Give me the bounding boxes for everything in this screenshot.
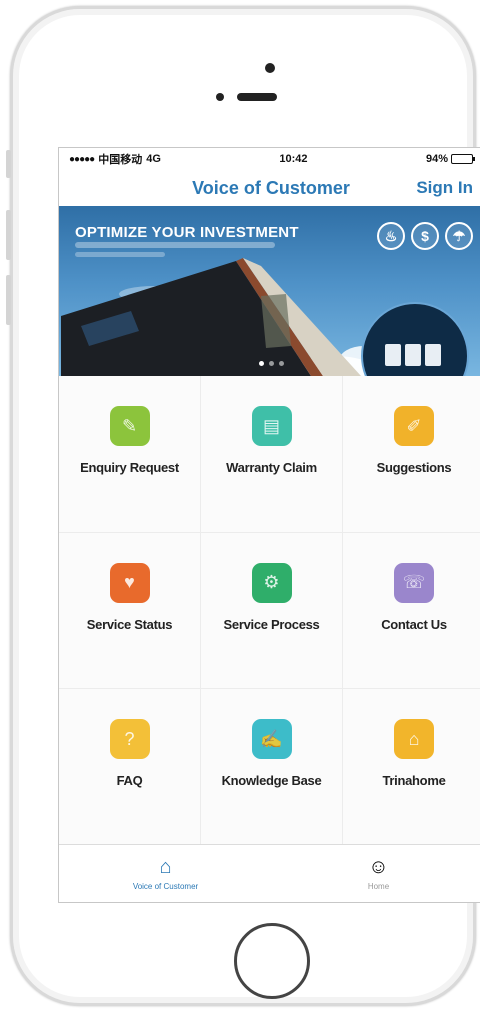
- front-camera: [265, 63, 275, 73]
- grid-item-label: FAQ: [116, 773, 143, 789]
- warranty-icon: ▤: [251, 406, 292, 446]
- product-card-icon: [405, 344, 421, 366]
- tab-voice-of-customer[interactable]: ⌂ Voice of Customer: [59, 845, 272, 902]
- banner-subtitle-line: [75, 252, 165, 257]
- enquiry-icon: ✎: [109, 406, 150, 446]
- grid-item-faq[interactable]: ? FAQ: [59, 689, 201, 846]
- service-grid: ✎ Enquiry Request ▤ Warranty Claim ✐ Sug…: [59, 376, 480, 846]
- promo-banner[interactable]: OPTIMIZE YOUR INVESTMENT ♨ $ ☂: [59, 206, 480, 376]
- status-left: ●●●●● 中国移动 4G: [69, 151, 161, 167]
- grid-item-label: Knowledge Base: [221, 773, 322, 789]
- umbrella-badge-icon: ☂: [445, 222, 473, 250]
- product-card-icon: [425, 344, 441, 366]
- status-bar: ●●●●● 中国移动 4G 10:42 94%: [59, 148, 480, 170]
- faq-icon: ?: [109, 719, 150, 760]
- grid-item-label: Trinahome: [382, 773, 446, 789]
- contact-icon: ☏: [394, 562, 434, 603]
- fire-badge-icon: ♨: [377, 222, 405, 250]
- banner-badges: ♨ $ ☂: [377, 222, 473, 250]
- battery-icon: [451, 154, 475, 164]
- signal-icon: ●●●●●: [69, 153, 95, 165]
- user-icon: ☺: [368, 856, 389, 878]
- nav-bar: Voice of Customer Sign In: [59, 170, 480, 206]
- carrier-name: 中国移动: [98, 154, 143, 166]
- app-screen: ●●●●● 中国移动 4G 10:42 94% Voice of Custome…: [58, 147, 480, 903]
- battery-indicator: 94%: [425, 153, 475, 165]
- earpiece-speaker: [237, 93, 277, 101]
- grid-item-service-process[interactable]: ⚙ Service Process: [201, 532, 343, 690]
- tab-bar: ⌂ Voice of Customer ☺ Home: [59, 844, 480, 902]
- tab-home[interactable]: ☺ Home: [272, 845, 480, 902]
- status-time: 10:42: [279, 153, 308, 165]
- grid-item-service-status[interactable]: ♥ Service Status: [59, 532, 201, 690]
- grid-item-label: Suggestions: [376, 460, 452, 475]
- page-title: Voice of Customer: [192, 177, 350, 198]
- grid-item-warranty-claim[interactable]: ▤ Warranty Claim: [201, 376, 343, 533]
- pager-dot[interactable]: [259, 361, 264, 366]
- grid-item-contact-us[interactable]: ☏ Contact Us: [343, 532, 480, 690]
- grid-item-knowledge-base[interactable]: ✍ Knowledge Base: [201, 689, 343, 846]
- grid-item-label: Service Process: [223, 616, 320, 632]
- banner-title: OPTIMIZE YOUR INVESTMENT: [75, 224, 299, 241]
- tab-label: Voice of Customer: [132, 882, 199, 891]
- battery-percent: 94%: [425, 153, 448, 165]
- service-process-icon: ⚙: [251, 562, 292, 603]
- trinahome-icon: ⌂: [394, 719, 434, 760]
- pager-dot[interactable]: [269, 361, 274, 366]
- tab-label: Home: [367, 882, 390, 891]
- product-card-icon: [385, 344, 401, 366]
- service-status-icon: ♥: [109, 562, 150, 603]
- pager-dot[interactable]: [279, 361, 284, 366]
- grid-item-label: Contact Us: [381, 616, 447, 632]
- grid-item-enquiry-request[interactable]: ✎ Enquiry Request: [59, 376, 201, 533]
- knowledge-icon: ✍: [251, 719, 292, 760]
- home-icon: ⌂: [159, 856, 172, 878]
- proximity-sensor: [216, 93, 224, 101]
- grid-item-trinahome[interactable]: ⌂ Trinahome: [343, 689, 480, 846]
- banner-pager[interactable]: [259, 361, 284, 366]
- network-type: 4G: [146, 153, 161, 165]
- grid-item-label: Service Status: [86, 616, 173, 632]
- grid-item-label: Enquiry Request: [80, 460, 179, 475]
- volume-down-button[interactable]: [6, 275, 11, 325]
- phone-frame: ●●●●● 中国移动 4G 10:42 94% Voice of Custome…: [10, 6, 480, 1006]
- dollar-badge-icon: $: [411, 222, 439, 250]
- suggestions-icon: ✐: [394, 406, 434, 446]
- grid-item-label: Warranty Claim: [226, 460, 317, 475]
- sign-in-button[interactable]: Sign In: [416, 178, 473, 198]
- home-button[interactable]: [234, 923, 310, 999]
- volume-up-button[interactable]: [6, 210, 11, 260]
- banner-subtitle-line: [75, 242, 275, 248]
- grid-item-suggestions[interactable]: ✐ Suggestions: [343, 376, 480, 533]
- mute-switch[interactable]: [6, 150, 11, 178]
